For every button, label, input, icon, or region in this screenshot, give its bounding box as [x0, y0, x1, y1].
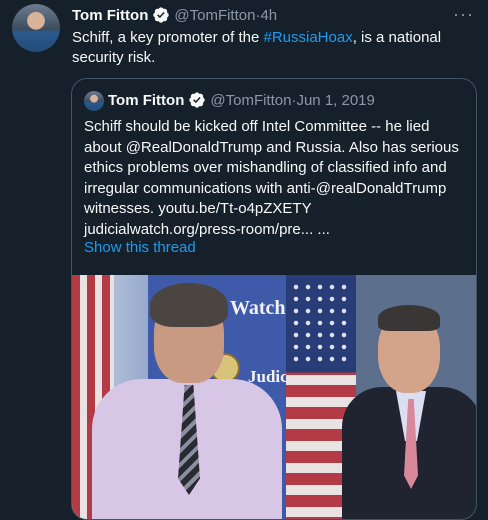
author-avatar[interactable]: [12, 4, 60, 52]
more-options-icon[interactable]: ···: [453, 4, 474, 25]
quoted-tweet-text: Schiff should be kicked off Intel Commit…: [84, 118, 459, 238]
verified-badge-icon: [189, 92, 206, 108]
tweet-photo[interactable]: Watch Judici: [72, 275, 476, 519]
tweet-header: Tom Fitton @TomFitton · 4h: [72, 6, 277, 24]
tweet-time[interactable]: 4h: [260, 7, 277, 24]
flag-stars: [290, 281, 352, 367]
author-name[interactable]: Tom Fitton: [72, 7, 148, 24]
show-thread-link[interactable]: Show this thread: [84, 239, 196, 256]
photo-left-panel: Watch Judici: [72, 275, 292, 519]
tweet-text: Schiff, a key promoter of the #RussiaHoa…: [72, 28, 472, 68]
photo-right-panel: [286, 275, 476, 519]
man-left-hair: [150, 283, 228, 327]
quoted-tweet[interactable]: Tom Fitton @TomFitton · Jun 1, 2019 Schi…: [71, 78, 477, 520]
quoted-date: Jun 1, 2019: [296, 91, 375, 109]
banner-text-watch: Watch: [230, 297, 286, 319]
quoted-author-name: Tom Fitton: [108, 91, 185, 109]
quoted-tweet-header: Tom Fitton @TomFitton · Jun 1, 2019: [108, 91, 375, 109]
hashtag-link[interactable]: #RussiaHoax: [263, 29, 352, 46]
tweet-text-start: Schiff, a key promoter of the: [72, 29, 264, 46]
author-handle[interactable]: @TomFitton: [174, 7, 255, 24]
quoted-author-avatar: [84, 91, 104, 111]
quoted-author-handle: @TomFitton: [210, 91, 292, 109]
man-right-hair: [378, 305, 440, 331]
verified-badge-icon: [153, 7, 170, 23]
